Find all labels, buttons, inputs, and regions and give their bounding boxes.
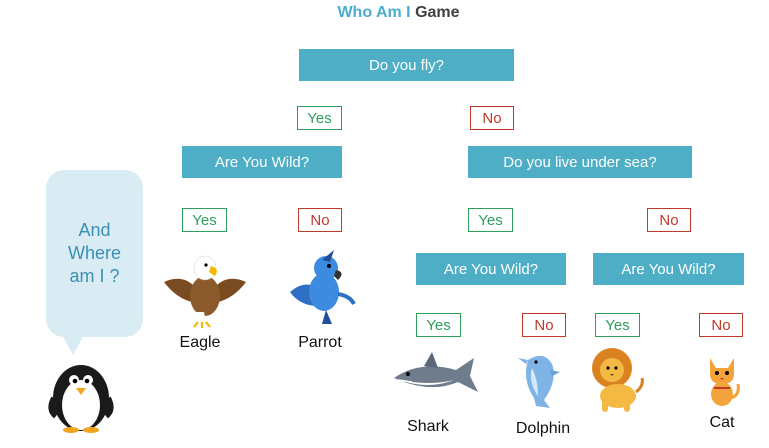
title-part-1: Who Am I <box>337 4 411 21</box>
label-dolphin: Dolphin <box>515 420 571 437</box>
answer-wild1-no: No <box>298 208 342 232</box>
eagle-icon <box>164 255 246 328</box>
bubble-line-3: am I ? <box>69 266 120 286</box>
title-part-2: Game <box>415 4 460 21</box>
label-shark: Shark <box>407 418 449 435</box>
answer-wild1-yes: Yes <box>182 208 227 232</box>
answer-sea-no: No <box>647 208 691 232</box>
answer-sea-yes: Yes <box>468 208 513 232</box>
lion-icon <box>592 348 644 412</box>
bubble-line-1: And <box>78 220 111 240</box>
question-land-are-you-wild: Are You Wild? <box>593 253 744 285</box>
answer-fly-no: No <box>470 106 514 130</box>
shark-icon <box>394 352 478 392</box>
question-live-under-sea: Do you live under sea? <box>468 146 692 178</box>
penguin-icon <box>48 365 114 433</box>
answer-fly-yes: Yes <box>297 106 342 130</box>
question-do-you-fly: Do you fly? <box>299 49 514 81</box>
dolphin-icon <box>518 355 560 408</box>
label-cat: Cat <box>709 414 735 431</box>
parrot-icon <box>290 250 356 324</box>
speech-bubble: And Where am I ? <box>46 170 143 337</box>
answer-wild3-no: No <box>699 313 743 337</box>
label-parrot: Parrot <box>298 334 342 351</box>
speech-bubble-tail <box>62 335 84 355</box>
cat-icon <box>710 358 740 406</box>
page-title: Who Am I Game <box>0 4 769 22</box>
label-eagle: Eagle <box>179 334 221 351</box>
question-fly-are-you-wild: Are You Wild? <box>182 146 342 178</box>
answer-wild2-yes: Yes <box>416 313 461 337</box>
bubble-line-2: Where <box>67 243 121 263</box>
question-sea-are-you-wild: Are You Wild? <box>416 253 566 285</box>
answer-wild3-yes: Yes <box>595 313 640 337</box>
answer-wild2-no: No <box>522 313 566 337</box>
